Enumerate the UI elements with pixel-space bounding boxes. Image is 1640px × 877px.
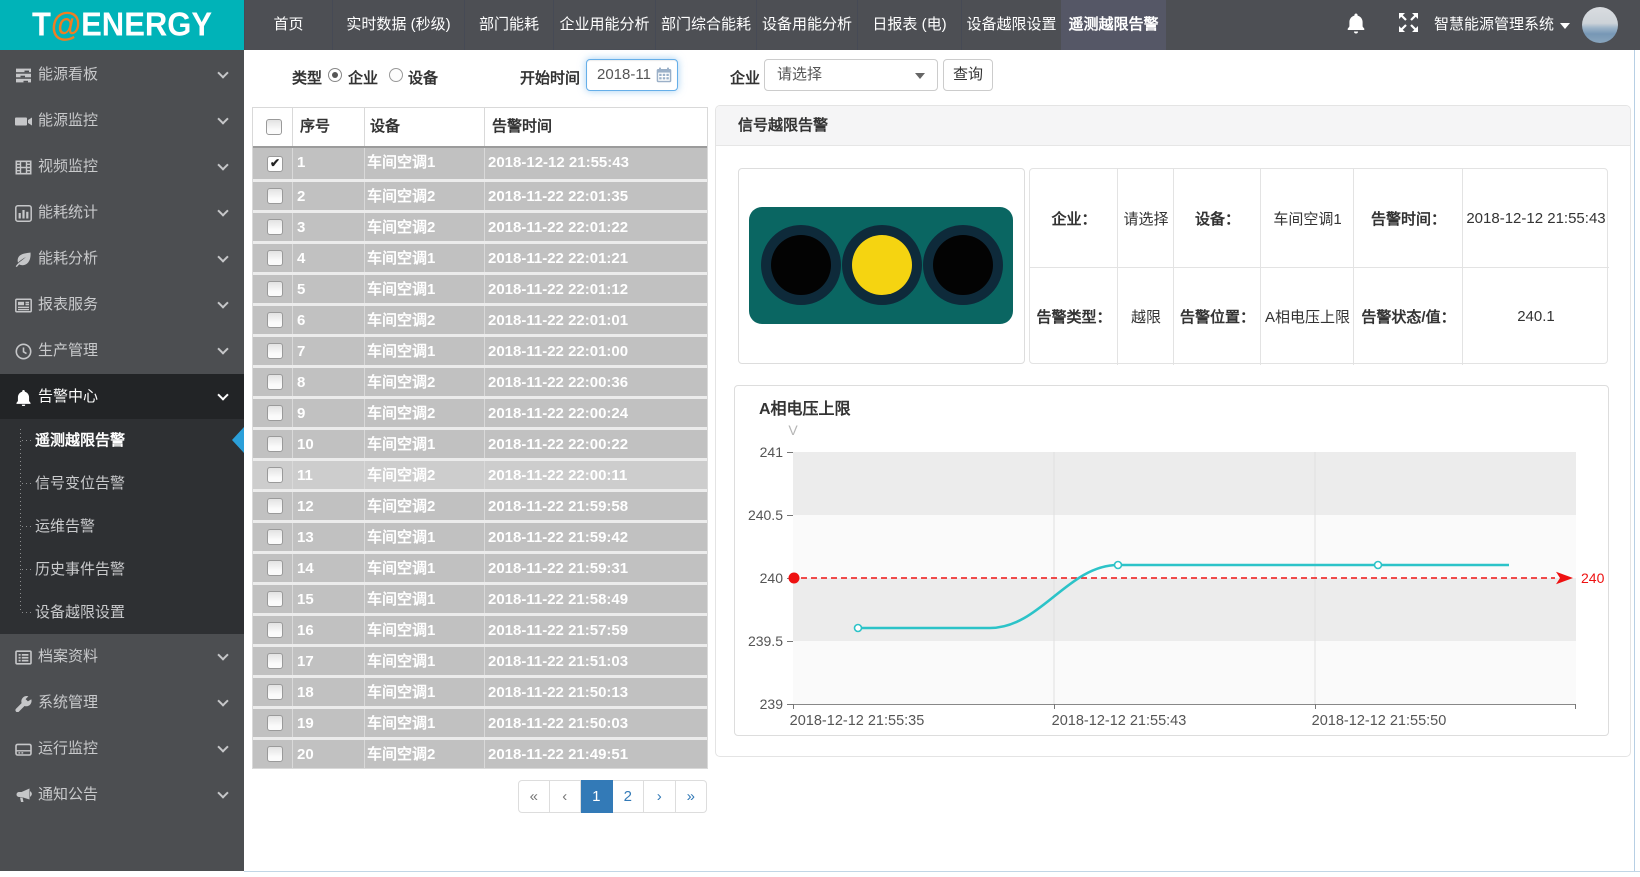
svg-text:240: 240 <box>760 570 784 586</box>
svg-text:2018-12-12 21:55:35: 2018-12-12 21:55:35 <box>790 713 925 729</box>
svg-text:241: 241 <box>760 444 784 460</box>
svg-text:2018-12-12 21:55:43: 2018-12-12 21:55:43 <box>1052 713 1187 729</box>
svg-text:239.5: 239.5 <box>748 633 783 649</box>
svg-text:239: 239 <box>760 696 784 712</box>
svg-text:240.5: 240.5 <box>748 507 783 523</box>
svg-text:2018-12-12 21:55:50: 2018-12-12 21:55:50 <box>1312 713 1447 729</box>
svg-text:240: 240 <box>1581 570 1605 586</box>
svg-text:V: V <box>788 422 798 438</box>
